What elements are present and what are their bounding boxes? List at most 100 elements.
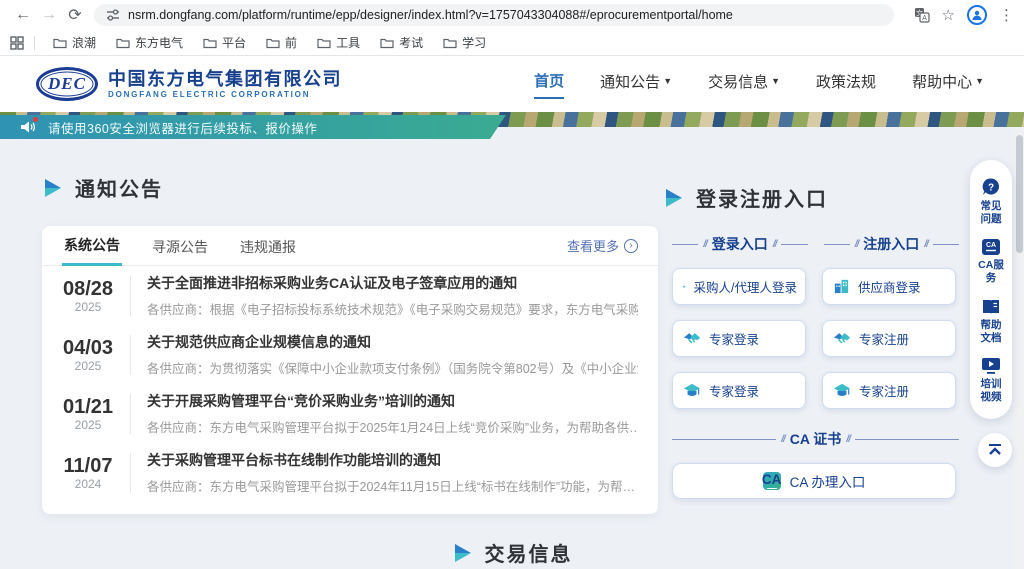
notice-text: 请使用360安全浏览器进行后续投标、报价操作 xyxy=(48,118,317,137)
supplier-login-button[interactable]: 专家登录 xyxy=(672,320,806,357)
address-bar[interactable]: nsrm.dongfang.com/platform/runtime/epp/d… xyxy=(94,4,894,26)
nav-home[interactable]: 首页 xyxy=(534,70,564,99)
announcement-row[interactable]: 04/03 2025 关于规范供应商企业规模信息的通知 各供应商：为贯彻落实《保… xyxy=(42,325,658,384)
trade-section-title: 交易信息 xyxy=(0,538,1024,567)
announcement-summary: 各供应商：根据《电子招标投标系统技术规范》《电子采购交易规范》要求，东方电气采购… xyxy=(147,299,638,318)
company-logo[interactable]: DEC 中国东方电气集团有限公司 DONGFANG ELECTRIC CORPO… xyxy=(36,67,342,101)
dec-logo-oval: DEC xyxy=(36,67,98,101)
announcement-date: 11/07 2024 xyxy=(56,455,120,491)
tab-violation-reports[interactable]: 违规通报 xyxy=(238,227,298,265)
ca-apply-button[interactable]: CA CA 办理入口 xyxy=(672,463,956,499)
divider xyxy=(130,335,131,375)
register-entrance-header: //注册入口// xyxy=(824,234,960,254)
translate-icon[interactable]: 文 A xyxy=(914,7,930,23)
announcement-title[interactable]: 关于规范供应商企业规模信息的通知 xyxy=(147,332,638,352)
bookmark-folder[interactable]: 浪潮 xyxy=(45,32,104,53)
tab-sourcing-notices[interactable]: 寻源公告 xyxy=(150,227,210,265)
speaker-icon xyxy=(20,120,36,134)
help-docs-button[interactable]: 帮助文档 xyxy=(976,292,1006,351)
double-chevron-icon xyxy=(42,178,64,198)
announcement-title[interactable]: 关于采购管理平台标书在线制作功能培训的通知 xyxy=(147,450,635,470)
announcement-summary: 各供应商：东方电气采购管理平台拟于2024年11月15日上线“标书在线制作”功能… xyxy=(147,476,635,495)
nav-help-center[interactable]: 帮助中心▼ xyxy=(912,71,984,98)
announcement-title[interactable]: 关于全面推进非招标采购业务CA认证及电子签章应用的通知 xyxy=(147,273,638,293)
login-buttons-grid: 采购人/代理人登录 供应商登录 xyxy=(672,268,959,409)
ca-service-button[interactable]: CA CA服务 xyxy=(976,232,1006,291)
chevron-down-icon: ▼ xyxy=(771,76,780,86)
bookmarks-bar: 浪潮 东方电气 平台 前 工具 考试 学习 xyxy=(0,30,1024,56)
chevron-down-icon: ▼ xyxy=(975,76,984,86)
browser-toolbar: ← → ⟳ nsrm.dongfang.com/platform/runtime… xyxy=(0,0,1024,30)
supplier-register-button[interactable]: 专家注册 xyxy=(822,320,956,357)
expert-login-button[interactable]: 专家登录 专家登录 专家登录 专家登录 专家登录 专家登录 xyxy=(672,372,806,409)
announcement-row[interactable]: 11/07 2024 关于采购管理平台标书在线制作功能培训的通知 各供应商：东方… xyxy=(42,443,658,502)
bookmark-star-icon[interactable]: ☆ xyxy=(942,6,955,24)
bookmark-folder[interactable]: 考试 xyxy=(372,32,431,53)
bookmark-folder[interactable]: 前 xyxy=(258,32,305,53)
company-name-en: DONGFANG ELECTRIC CORPORATION xyxy=(108,90,342,99)
main-nav: 首页 通知公告▼ 交易信息▼ 政策法规 帮助中心▼ xyxy=(534,70,984,99)
folder-icon xyxy=(266,37,280,49)
faq-button[interactable]: ? 常见问题 xyxy=(976,171,1006,232)
ca-card-icon: CA xyxy=(763,472,781,490)
folder-icon xyxy=(443,37,457,49)
site-settings-icon[interactable] xyxy=(106,8,120,22)
view-more-link[interactable]: 查看更多 › xyxy=(567,236,638,255)
scrollbar-thumb[interactable] xyxy=(1016,135,1023,253)
divider xyxy=(130,453,131,493)
nav-policies[interactable]: 政策法规 xyxy=(816,71,876,98)
nav-notices[interactable]: 通知公告▼ xyxy=(600,71,672,98)
bidding-agency-register-button[interactable]: 供应商登录 xyxy=(822,268,956,305)
login-entrance-header: //登录入口// xyxy=(672,234,808,254)
building-icon xyxy=(833,278,850,295)
back-to-top-icon xyxy=(987,443,1003,457)
nav-trade-info[interactable]: 交易信息▼ xyxy=(708,71,780,98)
back-icon[interactable]: ← xyxy=(10,6,36,24)
announcement-row[interactable]: 01/21 2025 关于开展采购管理平台“竞价采购业务”培训的通知 各供应商：… xyxy=(42,384,658,443)
folder-icon xyxy=(380,37,394,49)
handshake-icon xyxy=(833,331,851,346)
announcement-summary: 各供应商：为贯彻落实《保障中小企业款项支付条例》（国务院令第802号）及《中小企… xyxy=(147,358,638,377)
site-header: DEC 中国东方电气集团有限公司 DONGFANG ELECTRIC CORPO… xyxy=(0,56,1024,112)
graduation-cap-icon xyxy=(683,383,701,399)
back-to-top-button[interactable] xyxy=(978,433,1012,467)
svg-text:A: A xyxy=(922,15,927,22)
ca-cert-header: //CA 证书// xyxy=(672,429,959,449)
bookmark-folder[interactable]: 工具 xyxy=(309,32,368,53)
tab-system-notices[interactable]: 系统公告 xyxy=(62,225,122,266)
arrow-right-circle-icon: › xyxy=(624,239,638,253)
announcement-summary: 各供应商：东方电气采购管理平台拟于2025年1月24日上线“竞价采购”业务，为帮… xyxy=(147,417,638,436)
announcements-section-title: 通知公告 xyxy=(42,173,658,202)
profile-avatar[interactable] xyxy=(967,5,987,25)
double-chevron-icon xyxy=(452,543,474,563)
divider xyxy=(130,276,131,316)
folder-icon xyxy=(203,37,217,49)
announcement-title[interactable]: 关于开展采购管理平台“竞价采购业务”培训的通知 xyxy=(147,391,638,411)
handshake-icon xyxy=(683,331,701,346)
bookmark-folder[interactable]: 学习 xyxy=(435,32,494,53)
announcement-row[interactable]: 08/28 2025 关于全面推进非招标采购业务CA认证及电子签章应用的通知 各… xyxy=(42,266,658,325)
graduation-cap-icon xyxy=(833,383,851,399)
expert-register-button[interactable]: 专家注册 xyxy=(822,372,956,409)
question-bubble-icon: ? xyxy=(981,177,1001,197)
page-scrollbar[interactable] xyxy=(1014,127,1024,569)
person-icon xyxy=(971,9,983,21)
forward-icon[interactable]: → xyxy=(36,6,62,24)
help-book-icon xyxy=(981,298,1001,316)
announcement-tabs: 系统公告 寻源公告 违规通报 查看更多 › xyxy=(42,226,658,266)
purchaser-agent-login-button[interactable]: 采购人/代理人登录 xyxy=(672,268,806,305)
reload-icon[interactable]: ⟳ xyxy=(62,5,88,25)
divider xyxy=(130,394,131,434)
web-page: DEC 中国东方电气集团有限公司 DONGFANG ELECTRIC CORPO… xyxy=(0,56,1024,569)
chrome-menu-icon[interactable]: ⋮ xyxy=(999,6,1014,24)
browser-window: ← → ⟳ nsrm.dongfang.com/platform/runtime… xyxy=(0,0,1024,569)
url-text[interactable]: nsrm.dongfang.com/platform/runtime/epp/d… xyxy=(128,8,733,22)
entrance-headers: //登录入口// //注册入口// xyxy=(663,234,959,254)
apps-grid-icon[interactable] xyxy=(10,36,24,50)
training-videos-button[interactable]: 培训视频 xyxy=(976,351,1006,410)
bookmark-folder[interactable]: 平台 xyxy=(195,32,254,53)
announcements-card: 系统公告 寻源公告 违规通报 查看更多 › 08/28 2025 xyxy=(42,226,658,514)
svg-text:CA: CA xyxy=(986,242,996,249)
folder-icon xyxy=(116,37,130,49)
bookmark-folder[interactable]: 东方电气 xyxy=(108,32,191,53)
